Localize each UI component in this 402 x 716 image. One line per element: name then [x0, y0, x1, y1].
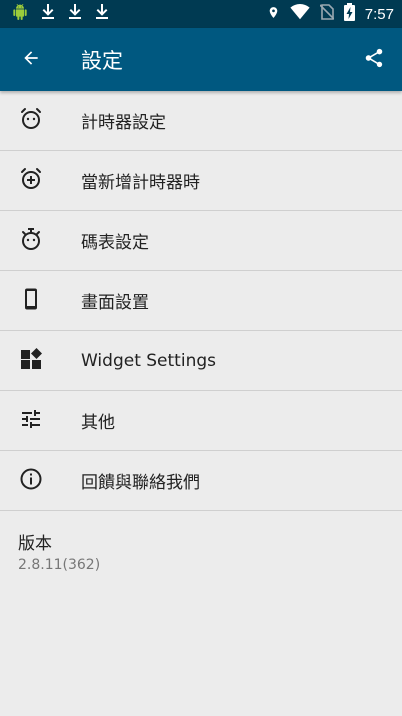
- settings-item-widget[interactable]: Widget Settings: [0, 331, 402, 391]
- settings-item-feedback[interactable]: 回饋與聯絡我們: [0, 451, 402, 511]
- clock: 7:57: [364, 5, 394, 23]
- download-icon: [95, 4, 109, 24]
- settings-item-other[interactable]: 其他: [0, 391, 402, 451]
- settings-item-new-timer[interactable]: 當新增計時器時: [0, 151, 402, 211]
- settings-item-label: Widget Settings: [81, 350, 216, 371]
- share-button[interactable]: [346, 28, 402, 91]
- version-section: 版本 2.8.11(362): [0, 511, 402, 573]
- settings-list: 計時器設定 當新增計時器時 碼表設定 畫面設置 Widget Settings …: [0, 91, 402, 511]
- settings-item-label: 畫面設置: [81, 293, 149, 313]
- settings-item-stopwatch[interactable]: 碼表設定: [0, 211, 402, 271]
- settings-item-display[interactable]: 畫面設置: [0, 271, 402, 331]
- alarm-add-icon: [19, 167, 43, 195]
- no-sim-icon: [319, 4, 335, 24]
- android-icon: [12, 4, 28, 24]
- settings-item-label: 碼表設定: [81, 233, 149, 253]
- settings-item-label: 回饋與聯絡我們: [81, 473, 200, 493]
- phone-icon: [19, 287, 43, 315]
- wifi-icon: [290, 4, 310, 24]
- settings-item-label: 其他: [81, 413, 115, 433]
- download-icon: [41, 4, 55, 24]
- share-icon: [363, 47, 385, 73]
- info-icon: [19, 467, 43, 495]
- battery-charging-icon: [343, 3, 355, 25]
- settings-item-label: 當新增計時器時: [81, 173, 200, 193]
- arrow-back-icon: [21, 48, 41, 72]
- location-icon: [267, 4, 280, 25]
- page-title: 設定: [81, 48, 123, 73]
- status-bar: 7:57: [0, 0, 402, 28]
- alarm-icon: [19, 107, 43, 135]
- settings-item-timer[interactable]: 計時器設定: [0, 91, 402, 151]
- download-icon: [68, 4, 82, 24]
- settings-item-label: 計時器設定: [81, 113, 166, 133]
- app-bar: 設定: [0, 28, 402, 91]
- stopwatch-icon: [19, 227, 43, 255]
- version-title: 版本: [18, 534, 52, 554]
- back-button[interactable]: [0, 28, 62, 91]
- tune-icon: [19, 407, 43, 435]
- version-value: 2.8.11(362): [18, 557, 101, 573]
- widgets-icon: [19, 347, 43, 375]
